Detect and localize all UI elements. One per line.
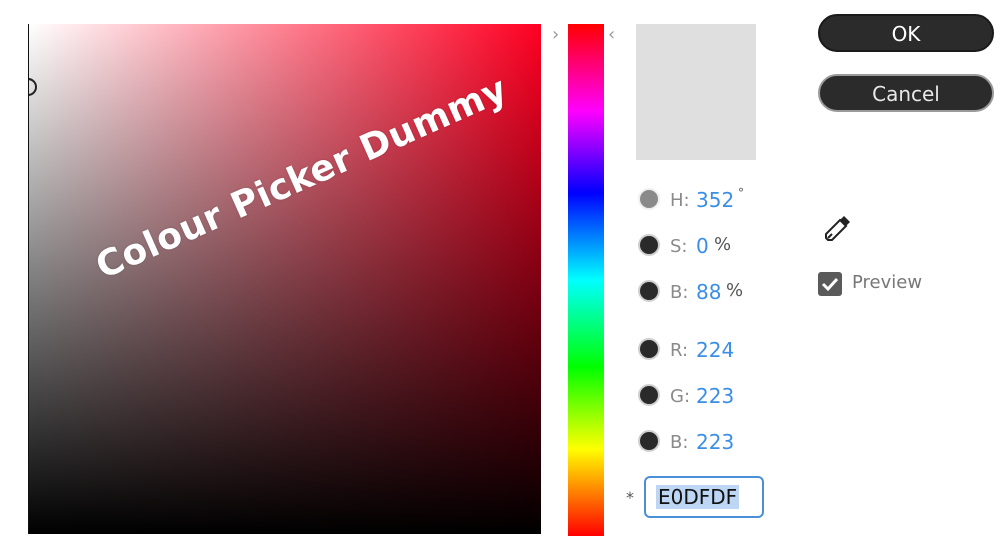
preview-label: Preview <box>852 272 923 293</box>
blue-label: B: <box>670 432 689 453</box>
hue-value[interactable]: 352 <box>696 188 734 212</box>
hex-input[interactable]: E0DFDF <box>644 476 764 518</box>
red-label: R: <box>670 340 689 361</box>
saturation-value[interactable]: 0 <box>696 234 709 258</box>
hue-label: H: <box>670 190 690 211</box>
green-radio[interactable] <box>638 384 660 406</box>
hue-radio[interactable] <box>638 188 660 210</box>
checkmark-icon <box>821 277 839 292</box>
brightness-radio[interactable] <box>638 280 660 302</box>
saturation-unit: % <box>714 234 732 255</box>
brightness-unit: % <box>726 280 744 301</box>
hue-slider[interactable] <box>568 24 604 536</box>
ok-button[interactable]: OK <box>818 14 994 52</box>
sb-cursor[interactable] <box>29 78 37 96</box>
green-value[interactable]: 223 <box>696 384 734 408</box>
red-value[interactable]: 224 <box>696 338 734 362</box>
saturation-radio[interactable] <box>638 234 660 256</box>
cancel-button[interactable]: Cancel <box>818 74 994 112</box>
hex-marker: * <box>626 488 634 507</box>
preview-checkbox[interactable] <box>818 272 842 296</box>
green-label: G: <box>670 386 691 407</box>
saturation-label: S: <box>670 236 688 257</box>
brightness-label: B: <box>670 282 689 303</box>
hue-unit: ° <box>738 186 744 200</box>
hex-value: E0DFDF <box>656 485 740 509</box>
blue-radio[interactable] <box>638 430 660 452</box>
red-radio[interactable] <box>638 338 660 360</box>
hue-slider-right-arrow[interactable]: › <box>552 26 559 44</box>
eyedropper-icon[interactable] <box>822 212 854 244</box>
color-preview-swatch <box>636 24 756 160</box>
hue-slider-left-arrow[interactable]: ‹ <box>608 26 615 44</box>
brightness-value[interactable]: 88 <box>696 280 721 304</box>
blue-value[interactable]: 223 <box>696 430 734 454</box>
